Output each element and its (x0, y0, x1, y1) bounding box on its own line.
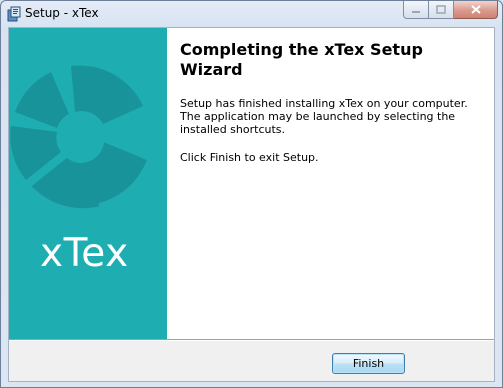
installer-icon (7, 6, 21, 22)
caption-buttons (403, 1, 498, 20)
finish-button[interactable]: Finish (332, 353, 405, 374)
wizard-banner: xTex (9, 28, 167, 339)
close-icon (470, 5, 481, 14)
close-button[interactable] (454, 1, 498, 19)
wizard-content: Completing the xTex Setup Wizard Setup h… (167, 28, 494, 339)
footer-divider-highlight (9, 340, 494, 341)
setup-window: Setup - xTex xTex Completing the xTex Se… (0, 0, 503, 388)
maximize-icon (436, 5, 446, 14)
minimize-icon (412, 10, 420, 13)
exit-instruction: Click Finish to exit Setup. (180, 151, 319, 164)
brand-name: xTex (40, 231, 129, 276)
title-bar[interactable]: Setup - xTex (1, 1, 502, 27)
finished-message: Setup has finished installing xTex on yo… (180, 97, 468, 136)
page-title: Completing the xTex Setup Wizard (180, 40, 423, 79)
aperture-logo-icon (10, 65, 147, 209)
wizard-body: xTex Completing the xTex Setup Wizard Se… (8, 27, 495, 382)
minimize-button[interactable] (403, 1, 429, 19)
maximize-button[interactable] (429, 1, 454, 19)
window-title: Setup - xTex (25, 6, 99, 20)
